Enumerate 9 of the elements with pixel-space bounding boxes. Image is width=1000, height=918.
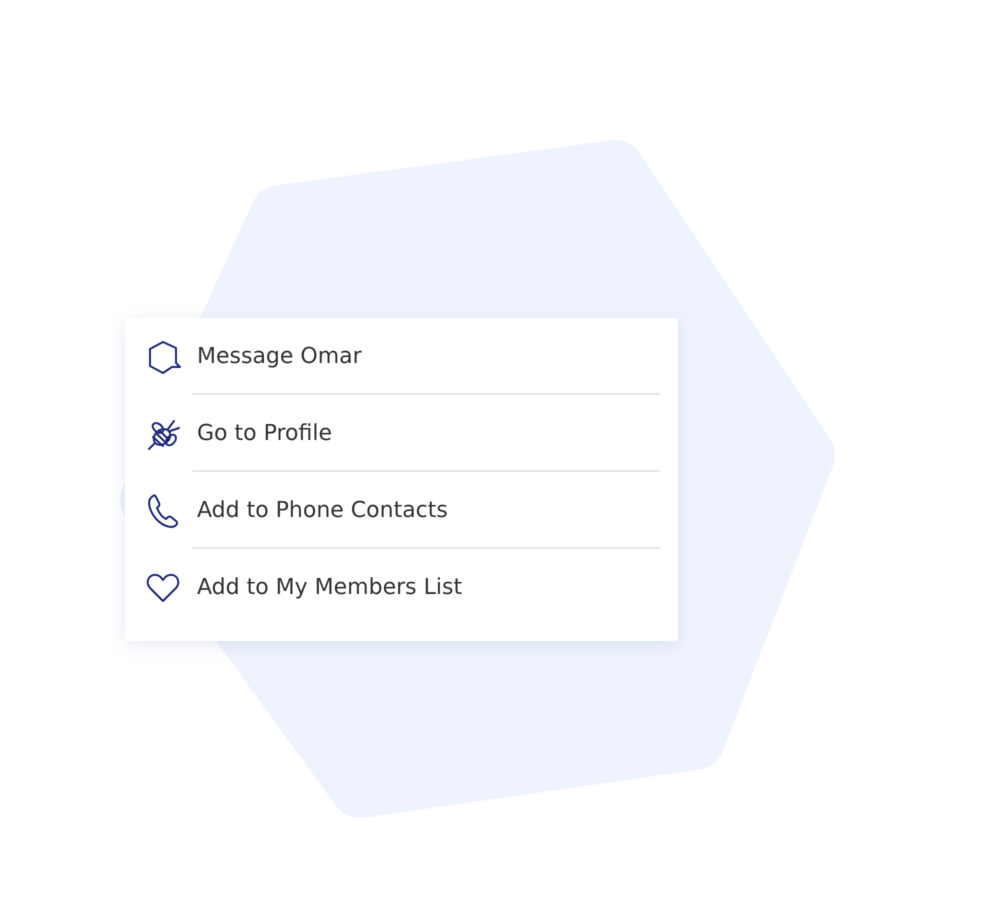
menu-item[interactable]: Message Omar: [125, 318, 678, 395]
menu-item[interactable]: Add to My Members List: [125, 549, 678, 626]
menu-item[interactable]: Go to Profile: [125, 395, 678, 472]
menu-item-label: Add to My Members List: [197, 575, 462, 600]
phone-icon: [145, 492, 181, 528]
menu-item-label: Add to Phone Contacts: [197, 498, 448, 523]
menu-item-label: Message Omar: [197, 344, 362, 369]
menu-item[interactable]: Add to Phone Contacts: [125, 472, 678, 549]
menu-item-label: Go to Profile: [197, 421, 332, 446]
